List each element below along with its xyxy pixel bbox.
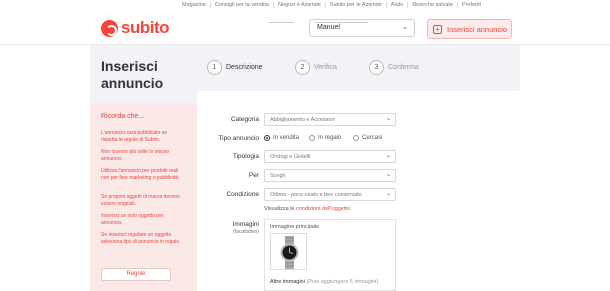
tip-item: Se proponi oggetti di marca devono esser… xyxy=(101,194,180,207)
rules-button[interactable]: Regole xyxy=(101,268,171,281)
top-link-negozi[interactable]: Negozi e Aziende xyxy=(272,1,325,8)
tip-item: Se inserisci regalare un oggetto selezio… xyxy=(101,232,181,245)
categoria-select[interactable]: Abbigliamento e Accessori ⌄ xyxy=(264,113,396,126)
categoria-label: Categoria xyxy=(230,116,259,123)
chevron-down-icon: ⌄ xyxy=(402,24,408,31)
tip-item: Non inserire più volte lo stesso annunci… xyxy=(101,149,170,162)
top-link-ricerche[interactable]: Ricerche salvate xyxy=(407,1,457,8)
condizione-value: Ottimo - poco usato e ben conservato xyxy=(270,192,362,198)
radio-cercasi[interactable]: Cercasi xyxy=(353,135,382,141)
tipologia-value: Orologi e Gioielli xyxy=(270,154,311,160)
radio-label: Cercasi xyxy=(362,135,383,141)
chevron-down-icon: ⌄ xyxy=(385,116,391,122)
radio-dot xyxy=(264,135,270,141)
watch-icon xyxy=(280,236,299,269)
tipologia-label: Tipologia xyxy=(232,153,259,160)
logo[interactable]: subito xyxy=(101,18,170,38)
plus-icon: + xyxy=(433,24,442,34)
top-link-aiuto[interactable]: Aiuto xyxy=(385,1,408,8)
top-links: Magazine Consigli per la vendita Negozi … xyxy=(178,0,485,9)
more-images-row: Altre immagini (Puoi aggiungere 5 immagi… xyxy=(270,279,378,285)
tipo-annuncio-label: Tipo annuncio xyxy=(218,135,259,142)
top-link-aziende[interactable]: Subito per le Aziende xyxy=(324,1,386,8)
more-images-label: Altre immagini xyxy=(270,279,305,285)
radio-label: In regalo xyxy=(318,135,342,141)
step-descrizione: 1 Descrizione xyxy=(207,60,263,75)
post-ad-button[interactable]: + Inserisci annuncio xyxy=(427,19,512,39)
condizione-label: Condizione xyxy=(226,191,259,198)
main-image-label: Immagine principale xyxy=(270,224,320,230)
tip-item: Utilizza l'annuncio per prodotti reali n… xyxy=(101,168,180,181)
radio-dot xyxy=(353,135,359,141)
chevron-down-icon: ⌄ xyxy=(385,172,391,178)
step-number: 1 xyxy=(207,60,222,75)
radio-dot xyxy=(309,135,315,141)
chevron-down-icon: ⌄ xyxy=(385,191,391,197)
per-select[interactable]: Scegli ⌄ xyxy=(264,169,396,182)
conditions-link[interactable]: condizioni dell'oggetto xyxy=(296,206,350,212)
header: subito Manuel ⌄ + Inserisci annuncio xyxy=(0,9,610,45)
step-verifica: 2 Verifica xyxy=(295,60,337,75)
per-label: Per xyxy=(248,172,259,179)
immagini-label: Immagini xyxy=(232,221,259,228)
step-label: Descrizione xyxy=(226,64,263,71)
conditions-link-row: Visualizza le condizioni dell'oggetto xyxy=(264,206,350,212)
radio-label: In vendita xyxy=(273,135,300,141)
radio-in-regalo[interactable]: In regalo xyxy=(309,135,341,141)
main-image-thumbnail[interactable] xyxy=(270,233,307,270)
top-link-consigli[interactable]: Consigli per la vendita xyxy=(209,1,273,8)
step-connector xyxy=(314,22,368,23)
per-value: Scegli xyxy=(270,173,285,179)
step-number: 3 xyxy=(369,60,384,75)
top-link-preferiti[interactable]: Preferiti xyxy=(457,1,485,8)
condizione-select[interactable]: Ottimo - poco usato e ben conservato ⌄ xyxy=(264,188,396,201)
page-title: Inserisci annuncio xyxy=(101,58,164,91)
top-link-magazine[interactable]: Magazine xyxy=(178,2,210,8)
more-images-hint: (Puoi aggiungere 5 immagini) xyxy=(306,279,379,285)
chevron-down-icon: ⌄ xyxy=(385,153,391,159)
step-connector xyxy=(268,22,294,23)
immagini-optional: (facoltativo) xyxy=(233,229,259,235)
tips-title: Ricorda che... xyxy=(101,113,145,120)
user-name: Manuel xyxy=(317,24,340,31)
step-label: Conferma xyxy=(388,64,419,71)
conditions-link-prefix: Visualizza le xyxy=(264,206,296,212)
categoria-value: Abbigliamento e Accessori xyxy=(270,117,335,123)
step-number: 2 xyxy=(295,60,310,75)
logo-mark-icon xyxy=(101,19,118,37)
step-label: Verifica xyxy=(314,64,337,71)
post-ad-label: Inserisci annuncio xyxy=(447,24,508,34)
radio-in-vendita[interactable]: In vendita xyxy=(264,135,299,141)
step-conferma: 3 Conferma xyxy=(369,60,419,75)
logo-text: subito xyxy=(121,18,170,37)
tip-item: L'annuncio sarà pubblicato se rispetta l… xyxy=(101,130,168,143)
tip-item: Inserisci un solo oggetto per annuncio. xyxy=(101,213,164,226)
tipologia-select[interactable]: Orologi e Gioielli ⌄ xyxy=(264,150,396,163)
